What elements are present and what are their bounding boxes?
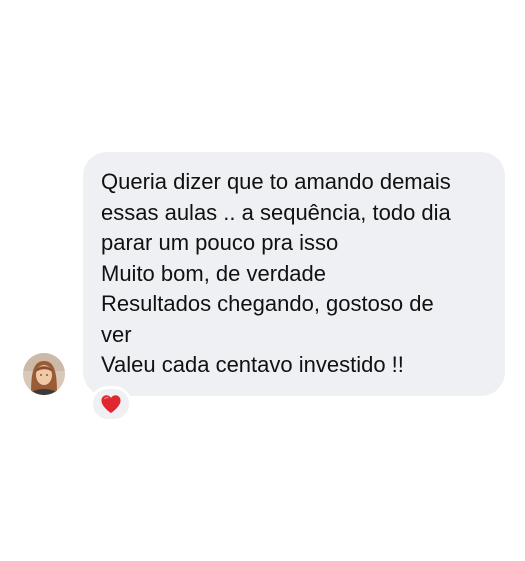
message-line: Queria dizer que to amando demais — [101, 169, 451, 194]
reaction-badge[interactable] — [90, 386, 132, 422]
message-bubble[interactable]: Queria dizer que to amando demais essas … — [83, 152, 505, 396]
message-line: parar um pouco pra isso — [101, 230, 339, 255]
message-line: essas aulas .. a sequência, todo dia — [101, 199, 451, 225]
sender-avatar[interactable] — [23, 353, 65, 395]
message-line: Muito bom, de verdade — [101, 260, 327, 286]
message-line: Resultados chegando, gostoso de — [101, 291, 434, 316]
message-line: ver — [101, 321, 132, 347]
heart-icon — [101, 395, 121, 414]
avatar-image — [23, 353, 65, 395]
message-line: Valeu cada centavo investido !! — [101, 352, 404, 377]
